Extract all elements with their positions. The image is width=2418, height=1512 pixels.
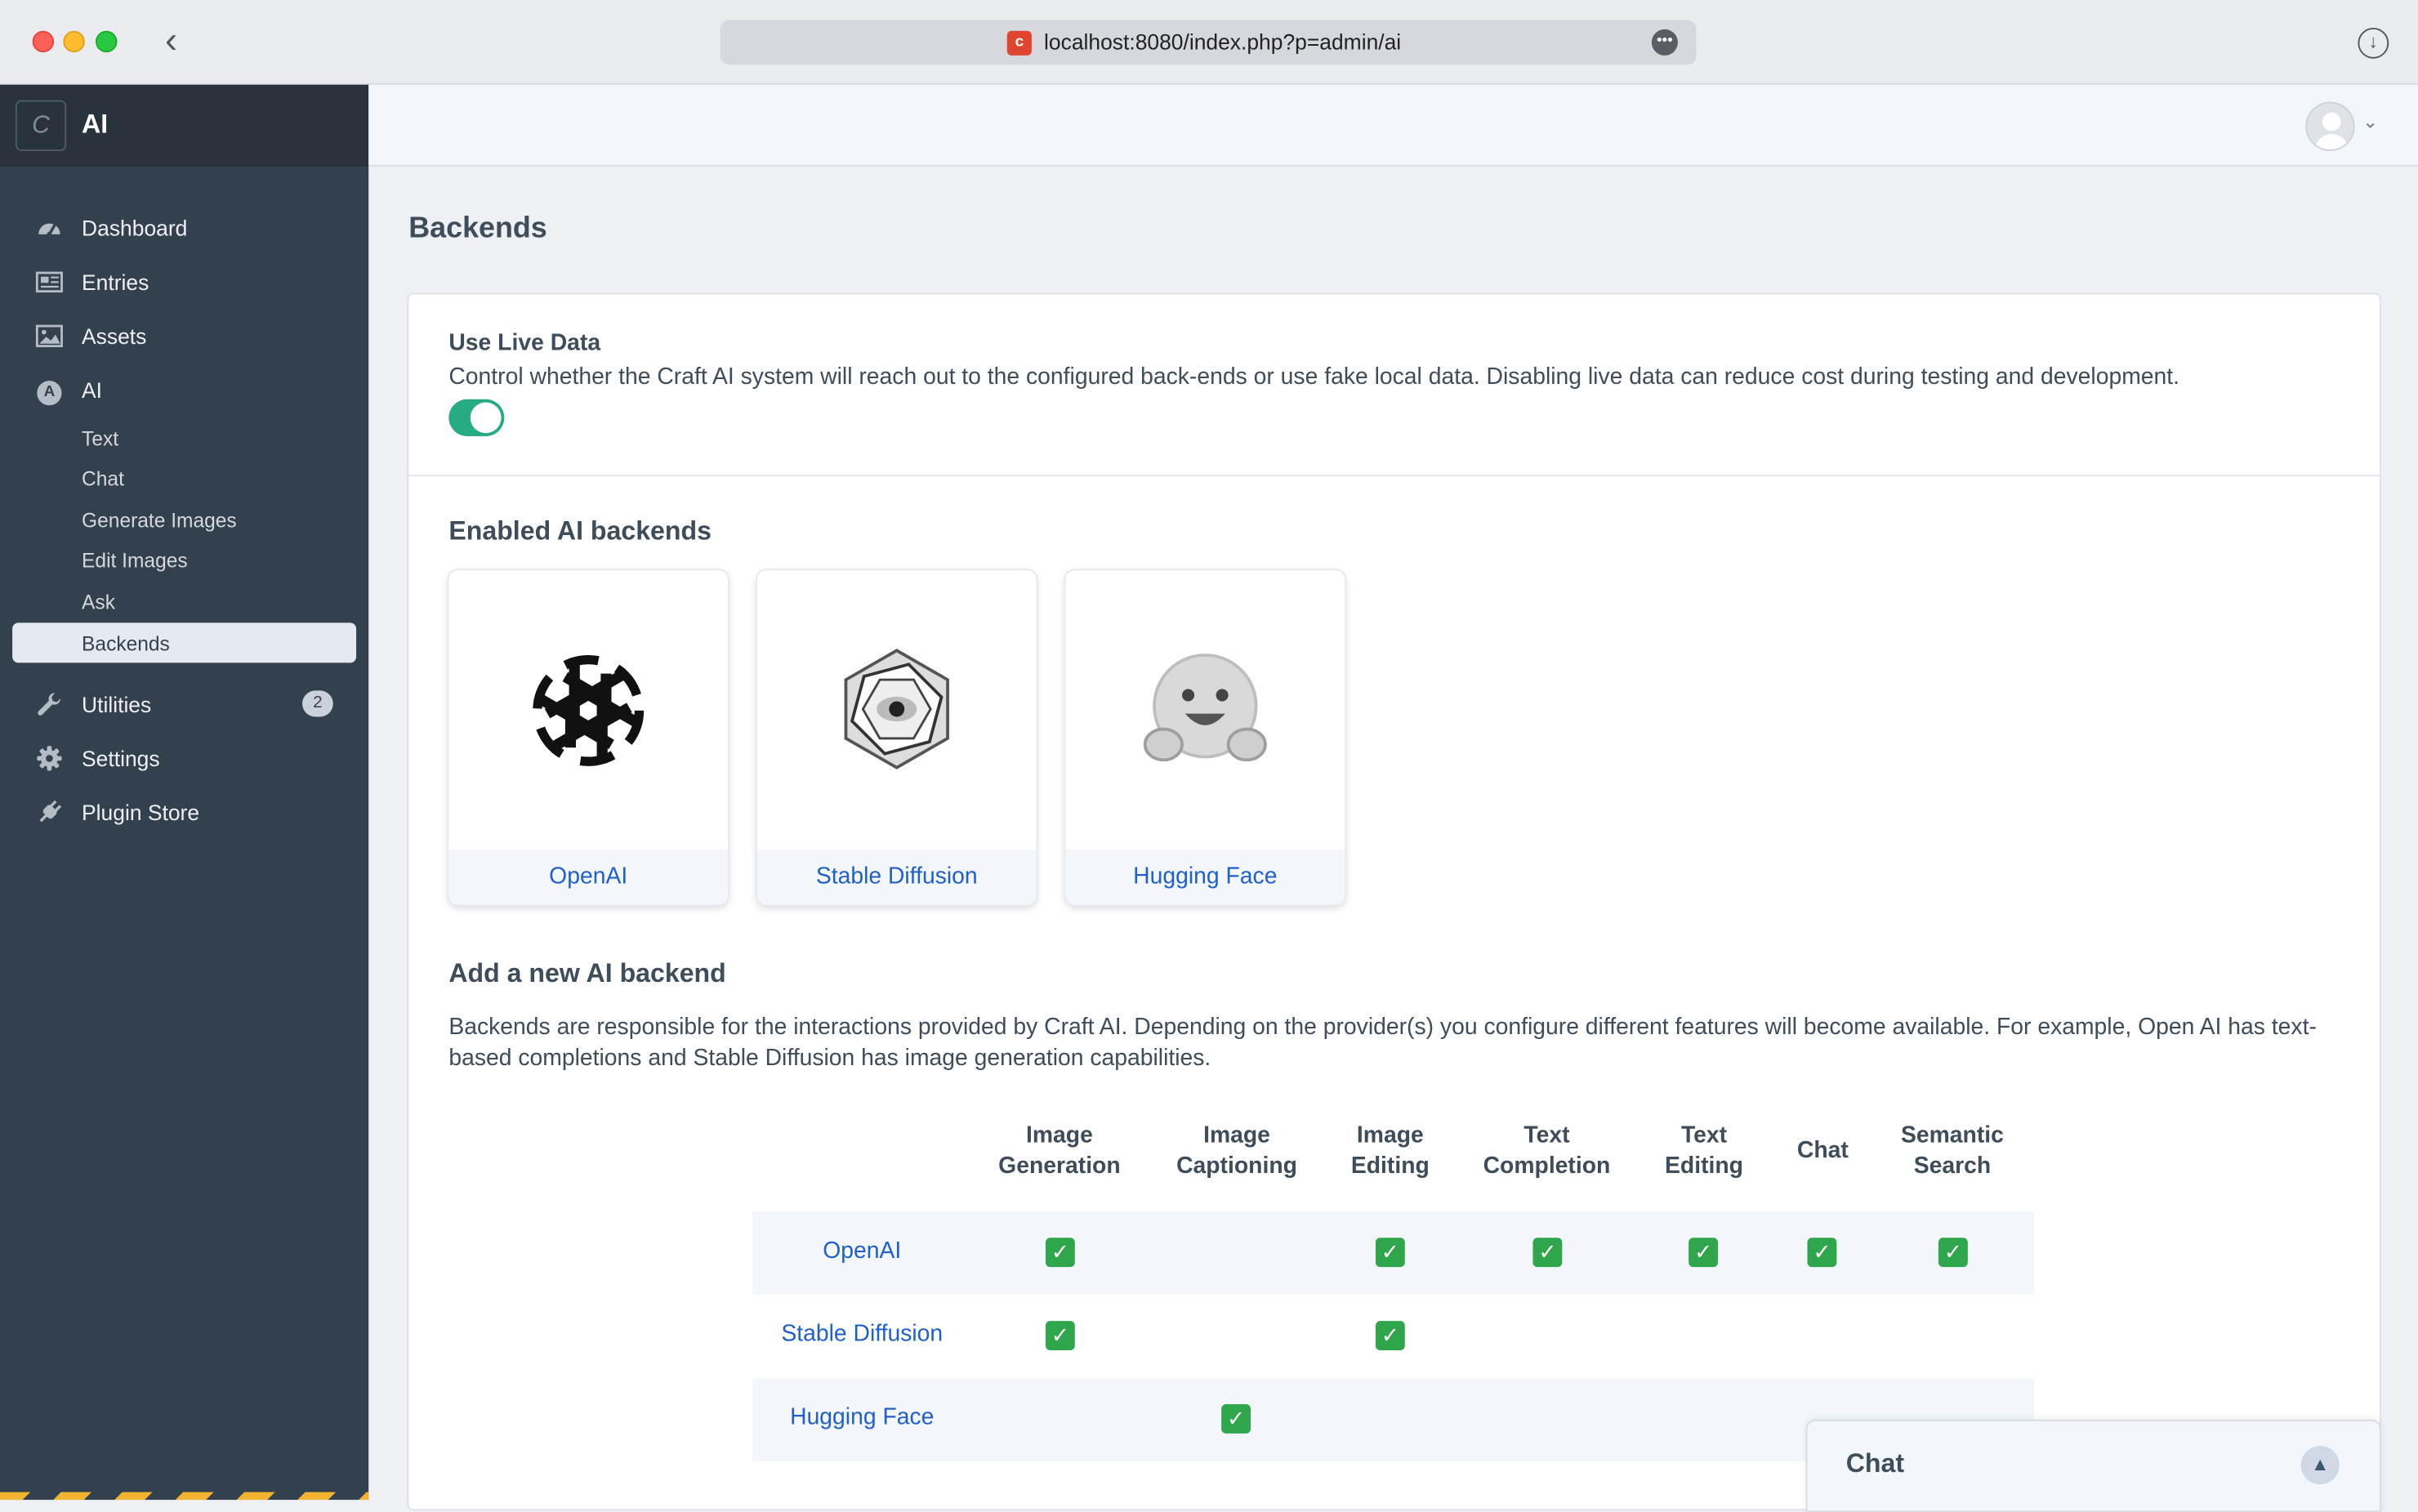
column-header-text-editing: Text Editing bbox=[1665, 1122, 1743, 1180]
sidebar-item-label: AI bbox=[82, 377, 103, 403]
site-favicon-icon: c bbox=[1006, 30, 1032, 56]
sidebar-item-label: Dashboard bbox=[82, 216, 188, 241]
plug-icon bbox=[35, 798, 63, 826]
check-icon: ✓ bbox=[1532, 1238, 1563, 1268]
row-name-hugging-face[interactable]: Hugging Face bbox=[752, 1404, 971, 1430]
back-arrow-icon[interactable]: ‹ bbox=[154, 20, 189, 61]
check-icon: ✓ bbox=[1938, 1238, 1968, 1268]
stable-diffusion-logo-icon bbox=[757, 570, 1037, 850]
backend-card-hugging-face[interactable]: Hugging Face bbox=[1065, 570, 1345, 905]
add-backend-description: Backends are responsible for the interac… bbox=[448, 1014, 2317, 1072]
sidebar-subitem-ask[interactable]: Ask bbox=[12, 581, 356, 621]
sidebar-subitem-label: Text bbox=[82, 426, 119, 451]
backends-card: Use Live Data Control whether the Craft … bbox=[407, 292, 2381, 1511]
sidebar-subitem-label: Edit Images bbox=[82, 548, 188, 573]
table-row-openai: OpenAI ✓ ✓ ✓ ✓ ✓ ✓ bbox=[752, 1211, 2035, 1296]
site-name[interactable]: AI bbox=[82, 109, 108, 140]
sidebar-item-label: Utilities bbox=[82, 692, 152, 717]
chevron-up-icon[interactable]: ▲ bbox=[2300, 1446, 2340, 1485]
sidebar-subitem-text[interactable]: Text bbox=[12, 417, 356, 457]
wrench-icon bbox=[35, 690, 63, 718]
download-icon[interactable]: ↓ bbox=[2358, 27, 2389, 59]
image-icon bbox=[35, 322, 63, 350]
sidebar-subitem-label: Chat bbox=[82, 466, 124, 491]
hugging-face-logo-icon bbox=[1065, 570, 1345, 850]
site-logo-icon[interactable]: C bbox=[15, 100, 67, 151]
check-icon: ✓ bbox=[1807, 1238, 1837, 1268]
close-window-button[interactable] bbox=[32, 30, 55, 53]
row-name-openai[interactable]: OpenAI bbox=[752, 1238, 971, 1264]
gear-icon bbox=[35, 744, 63, 772]
user-avatar[interactable] bbox=[2305, 101, 2355, 151]
sidebar-item-ai[interactable]: A AI bbox=[12, 370, 356, 410]
sidebar-subitem-chat[interactable]: Chat bbox=[12, 457, 356, 497]
sidebar-subitem-label: Ask bbox=[82, 590, 115, 614]
sidebar-item-assets[interactable]: Assets bbox=[12, 316, 356, 356]
backend-name-hugging-face[interactable]: Hugging Face bbox=[1065, 863, 1345, 890]
column-header-image-generation: Image Generation bbox=[998, 1122, 1121, 1180]
check-icon: ✓ bbox=[1221, 1404, 1251, 1434]
sidebar-item-label: Plugin Store bbox=[82, 800, 200, 825]
backend-card-stable-diffusion[interactable]: Stable Diffusion bbox=[756, 570, 1037, 905]
column-header-text-completion: Text Completion bbox=[1483, 1122, 1611, 1180]
sidebar-item-label: Entries bbox=[82, 270, 149, 295]
sidebar-item-utilities[interactable]: Utilities 2 bbox=[12, 685, 356, 725]
live-data-description: Control whether the Craft AI system will… bbox=[448, 364, 2180, 390]
backend-name-stable-diffusion[interactable]: Stable Diffusion bbox=[757, 863, 1037, 890]
dev-mode-stripe bbox=[0, 1492, 369, 1501]
live-data-toggle[interactable] bbox=[448, 399, 505, 437]
check-icon: ✓ bbox=[1375, 1321, 1405, 1351]
sidebar-item-plugin-store[interactable]: Plugin Store bbox=[12, 792, 356, 832]
column-header-image-editing: Image Editing bbox=[1350, 1122, 1430, 1180]
sidebar-item-label: Settings bbox=[82, 746, 160, 771]
add-backend-title: Add a new AI backend bbox=[448, 958, 726, 988]
live-data-title: Use Live Data bbox=[448, 329, 601, 356]
sidebar-item-dashboard[interactable]: Dashboard bbox=[12, 208, 356, 248]
openai-logo-icon bbox=[448, 570, 728, 850]
top-bar: ⌄ bbox=[368, 84, 2418, 167]
check-icon: ✓ bbox=[1375, 1238, 1405, 1268]
sidebar-subitem-edit-images[interactable]: Edit Images bbox=[12, 539, 356, 579]
browser-toolbar: ‹ c localhost:8080/index.php?p=admin/ai … bbox=[0, 0, 2418, 85]
sidebar-subitem-generate-images[interactable]: Generate Images bbox=[12, 499, 356, 539]
sidebar-subitem-label: Generate Images bbox=[82, 508, 237, 533]
column-header-chat: Chat bbox=[1796, 1137, 1849, 1164]
check-icon: ✓ bbox=[1689, 1238, 1719, 1268]
sidebar-subitem-label: Backends bbox=[82, 631, 170, 655]
ai-circle-icon: A bbox=[35, 376, 63, 406]
sidebar-subitem-backends[interactable]: Backends bbox=[12, 622, 357, 663]
address-bar[interactable]: c localhost:8080/index.php?p=admin/ai ••… bbox=[720, 20, 1697, 65]
column-header-image-captioning: Image Captioning bbox=[1176, 1122, 1297, 1180]
column-header-semantic-search: Semantic Search bbox=[1900, 1122, 2004, 1180]
gauge-icon bbox=[35, 214, 63, 242]
row-name-stable-diffusion[interactable]: Stable Diffusion bbox=[752, 1321, 971, 1347]
backend-name-openai[interactable]: OpenAI bbox=[448, 863, 728, 890]
page-title: Backends bbox=[408, 212, 547, 246]
backend-card-openai[interactable]: OpenAI bbox=[448, 570, 729, 905]
zoom-window-button[interactable] bbox=[96, 30, 118, 53]
chat-widget[interactable]: Chat ▲ bbox=[1805, 1419, 2381, 1512]
chat-widget-title: Chat bbox=[1845, 1448, 1905, 1479]
url-text: localhost:8080/index.php?p=admin/ai bbox=[1044, 29, 1402, 55]
minimize-window-button[interactable] bbox=[63, 30, 85, 53]
divider bbox=[408, 475, 2380, 477]
sidebar-item-settings[interactable]: Settings bbox=[12, 738, 356, 778]
utilities-count-badge: 2 bbox=[302, 690, 333, 717]
check-icon: ✓ bbox=[1045, 1238, 1075, 1268]
more-options-icon[interactable]: ••• bbox=[1651, 29, 1678, 56]
page: ‹ c localhost:8080/index.php?p=admin/ai … bbox=[0, 0, 2418, 1512]
check-icon: ✓ bbox=[1045, 1321, 1075, 1351]
sidebar-item-label: Assets bbox=[82, 323, 147, 349]
table-row-stable-diffusion: Stable Diffusion ✓ ✓ bbox=[752, 1295, 2034, 1378]
chevron-down-icon[interactable]: ⌄ bbox=[2362, 111, 2378, 132]
sidebar-item-entries[interactable]: Entries bbox=[12, 262, 356, 302]
sidebar: C AI Dashboard Entries Assets A AI Text … bbox=[0, 84, 369, 1501]
sidebar-header: C AI bbox=[0, 84, 369, 167]
newspaper-icon bbox=[35, 268, 63, 296]
enabled-backends-title: Enabled AI backends bbox=[448, 516, 712, 546]
